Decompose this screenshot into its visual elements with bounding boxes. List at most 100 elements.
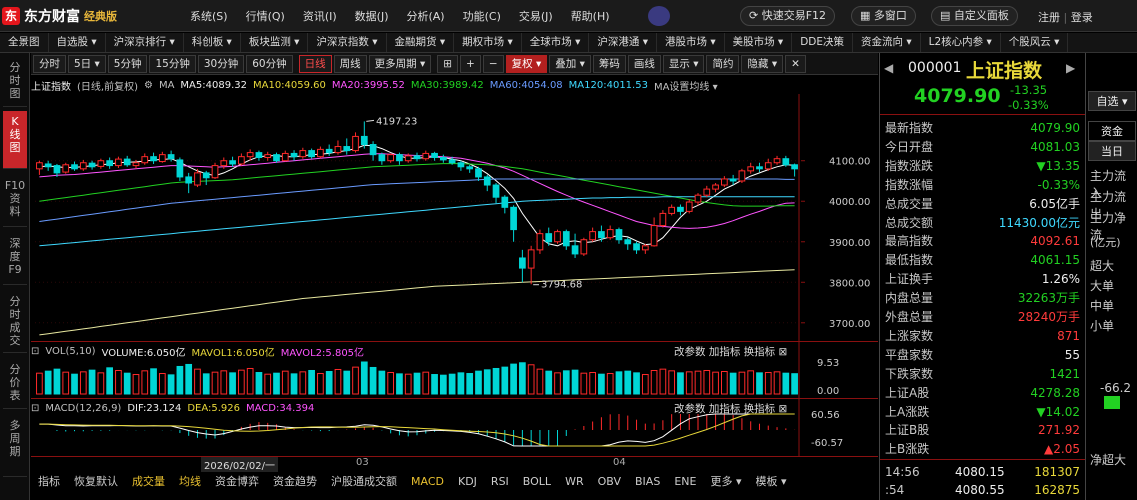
vol-params-button[interactable]: 改参数 — [674, 346, 706, 358]
nav-us[interactable]: 美股市场 ▾ — [725, 33, 793, 52]
quick-trade-button[interactable]: ⟳ 快速交易F12 — [740, 6, 836, 26]
quote-row: 上A涨跌 ▼14.02 — [885, 403, 1082, 421]
settings-icon[interactable]: ⚙ — [144, 80, 153, 91]
period-60min[interactable]: 60分钟 — [246, 54, 293, 73]
macd-params-button[interactable]: 改参数 — [674, 403, 706, 415]
period-weekly[interactable]: 周线 — [333, 54, 367, 73]
tab-connect-amount[interactable]: 沪股通成交额 — [324, 474, 404, 490]
zoom-in-icon[interactable]: + — [460, 54, 481, 73]
tab-indicators[interactable]: 指标 — [31, 474, 67, 490]
tab-macd[interactable]: MACD — [404, 474, 451, 490]
nav-futures[interactable]: 金融期货 ▾ — [387, 33, 455, 52]
close-icon[interactable]: ✕ — [785, 54, 806, 73]
tab-multi-period[interactable]: 多周期 — [3, 415, 27, 477]
period-more[interactable]: 更多周期 ▾ — [368, 54, 432, 73]
login-link[interactable]: 登录 — [1071, 11, 1093, 24]
menu-trade[interactable]: 交易(J) — [519, 8, 553, 24]
nav-fund-flow[interactable]: 资金流向 ▾ — [853, 33, 921, 52]
vol-add-button[interactable]: 加指标 — [709, 346, 741, 358]
volume-bar — [641, 374, 649, 395]
collapse-icon[interactable]: ⊡ — [31, 403, 39, 414]
tab-template[interactable]: 模板 ▾ — [749, 474, 794, 490]
tab-bias[interactable]: BIAS — [628, 474, 667, 490]
period-5day[interactable]: 5日 ▾ — [68, 54, 106, 73]
multi-window-button[interactable]: ▦ 多窗口 — [851, 6, 916, 26]
collapse-icon[interactable]: ⊡ — [31, 346, 39, 357]
nav-panorama[interactable]: 全景图 — [0, 33, 49, 52]
period-daily[interactable]: 日线 — [298, 54, 332, 73]
nav-global[interactable]: 全球市场 ▾ — [522, 33, 590, 52]
chips-button[interactable]: 筹码 — [592, 54, 626, 73]
zoom-out-icon[interactable]: − — [482, 54, 504, 73]
tab-ene[interactable]: ENE — [667, 474, 703, 490]
nav-star-market[interactable]: 科创板 ▾ — [184, 33, 241, 52]
quote-row: 上B涨跌 ▲2.05 — [885, 440, 1082, 458]
hide-button[interactable]: 隐藏 ▾ — [741, 54, 784, 73]
tab-intraday[interactable]: 分时图 — [3, 57, 27, 107]
menu-system[interactable]: 系统(S) — [190, 8, 228, 24]
grid-icon[interactable]: ⊞ — [437, 54, 459, 73]
nav-watchlist[interactable]: 自选股 ▾ — [49, 33, 106, 52]
register-link[interactable]: 注册 — [1038, 11, 1060, 24]
menu-analysis[interactable]: 分析(A) — [406, 8, 444, 24]
tab-price-table[interactable]: 分价表 — [3, 359, 27, 409]
custom-panel-button[interactable]: ▤ 自定义面板 — [931, 6, 1018, 26]
period-30min[interactable]: 30分钟 — [197, 54, 245, 73]
menu-quotes[interactable]: 行情(Q) — [246, 8, 285, 24]
menu-news[interactable]: 资讯(I) — [303, 8, 337, 24]
tab-rsi[interactable]: RSI — [484, 474, 516, 490]
adjust-button[interactable]: 复权 ▾ — [505, 54, 548, 73]
tab-ma[interactable]: 均线 — [172, 474, 208, 490]
nav-options[interactable]: 期权市场 ▾ — [454, 33, 522, 52]
nav-ranking[interactable]: 沪深京排行 ▾ — [106, 33, 184, 52]
macd-add-button[interactable]: 加指标 — [709, 403, 741, 415]
nav-connect[interactable]: 沪深港通 ▾ — [589, 33, 657, 52]
period-5min[interactable]: 5分钟 — [107, 54, 148, 73]
prev-icon[interactable]: ◀ — [884, 61, 893, 75]
mascot-icon[interactable] — [648, 6, 670, 26]
macd-swap-button[interactable]: 换指标 — [744, 403, 776, 415]
display-button[interactable]: 显示 ▾ — [662, 54, 705, 73]
size-small: 小单 — [1090, 319, 1115, 333]
tab-kline[interactable]: K线图 — [3, 111, 27, 169]
menu-functions[interactable]: 功能(C) — [463, 8, 501, 24]
tab-fund-game[interactable]: 资金博弈 — [208, 474, 266, 490]
tab-kdj[interactable]: KDJ — [451, 474, 484, 490]
tab-volume[interactable]: 成交量 — [125, 474, 172, 490]
nav-sector-monitor[interactable]: 板块监测 ▾ — [241, 33, 309, 52]
tab-time-sales[interactable]: 分时成交 — [3, 291, 27, 353]
candle-body — [606, 229, 614, 239]
overlay-button[interactable]: 叠加 ▾ — [549, 54, 591, 73]
nav-dde[interactable]: DDE决策 — [792, 33, 854, 52]
period-15min[interactable]: 15分钟 — [149, 54, 196, 73]
nav-hk[interactable]: 港股市场 ▾ — [657, 33, 725, 52]
tab-boll[interactable]: BOLL — [516, 474, 558, 490]
tab-depth[interactable]: 深度 F9 — [3, 233, 27, 285]
menu-help[interactable]: 帮助(H) — [571, 8, 610, 24]
tab-obv[interactable]: OBV — [591, 474, 628, 490]
simple-button[interactable]: 简约 — [706, 54, 740, 73]
nav-l2[interactable]: L2核心内参 ▾ — [921, 33, 1001, 52]
tab-f10[interactable]: F10 资料 — [3, 175, 27, 227]
period-intraday[interactable]: 分时 — [33, 54, 66, 73]
ma-settings[interactable]: MA设置均线 ▾ — [654, 78, 718, 93]
vol-swap-button[interactable]: 换指标 — [744, 346, 776, 358]
tab-fund-trend[interactable]: 资金趋势 — [266, 474, 324, 490]
today-tab[interactable]: 当日 — [1088, 141, 1136, 161]
volume-bar — [431, 374, 438, 395]
menu-data[interactable]: 数据(J) — [355, 8, 389, 24]
next-icon[interactable]: ▶ — [1066, 61, 1075, 75]
watchlist-button[interactable]: 自选 ▾ — [1088, 91, 1136, 111]
draw-button[interactable]: 画线 — [627, 54, 661, 73]
nav-stock-news[interactable]: 个股风云 ▾ — [1001, 33, 1069, 52]
tab-reset[interactable]: 恢复默认 — [67, 474, 125, 490]
tab-more[interactable]: 更多 ▾ — [703, 474, 748, 490]
candle-body — [97, 160, 105, 167]
fund-tab[interactable]: 资金 — [1088, 121, 1136, 141]
vol-close-icon[interactable]: ⊠ — [779, 346, 788, 358]
candle-body — [194, 172, 201, 186]
tab-wr[interactable]: WR — [558, 474, 591, 490]
volume-bar — [123, 372, 131, 395]
nav-index[interactable]: 沪深京指数 ▾ — [308, 33, 387, 52]
macd-close-icon[interactable]: ⊠ — [779, 403, 788, 415]
